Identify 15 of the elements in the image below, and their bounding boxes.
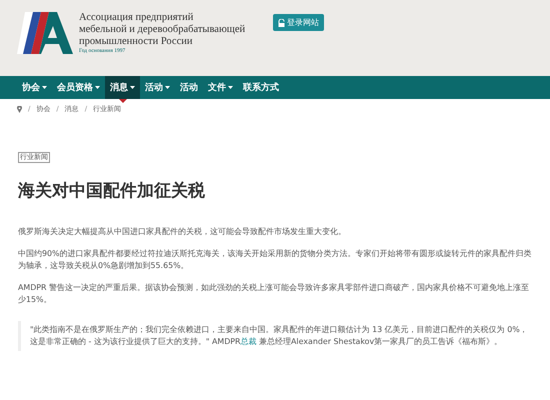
organization-name: промышленности России <box>79 36 194 48</box>
nav-item[interactable]: 文件 <box>203 76 238 99</box>
nav-item[interactable]: 联系方式 <box>238 76 284 99</box>
article-title: 海关对中国配件加征关税 <box>18 180 206 202</box>
nav-item[interactable]: 活动 <box>140 76 175 99</box>
logo-icon <box>17 12 73 54</box>
pointer-icon <box>118 99 126 103</box>
lock-icon <box>278 18 286 26</box>
organization-name: Ассоциация предприятий <box>79 12 194 24</box>
nav-item[interactable]: 协会 <box>17 76 52 99</box>
nav-item[interactable]: 活动 <box>175 76 203 99</box>
organization-name: мебельной и деревообрабатывающей <box>79 24 246 36</box>
login-button[interactable]: 登录网站 <box>273 14 324 31</box>
location-pin-icon <box>17 106 22 112</box>
nav-item[interactable]: 会员资格 <box>52 76 105 99</box>
